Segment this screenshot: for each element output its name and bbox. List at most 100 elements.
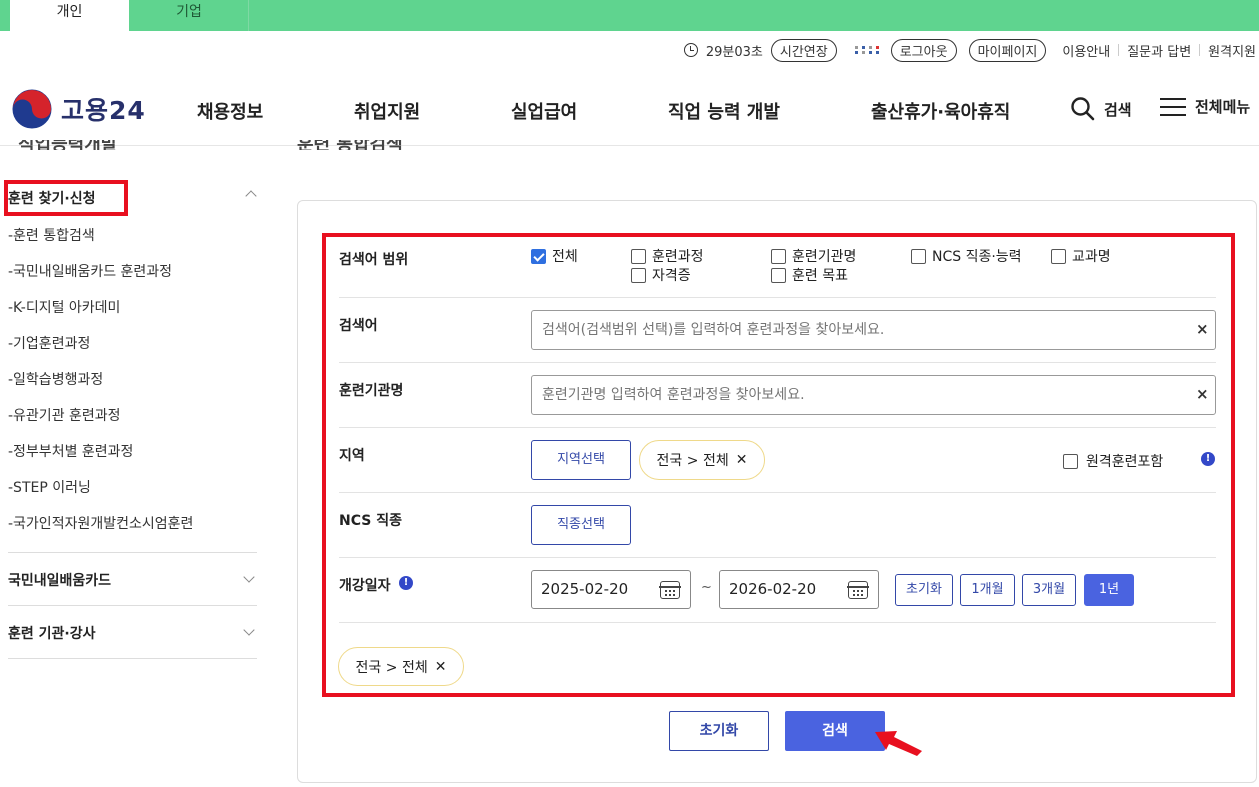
sidebar-item-consortium[interactable]: -국가인적자원개발컨소시엄훈련 (8, 513, 193, 533)
nav-jobs[interactable]: 채용정보 (197, 98, 263, 124)
session-timer: 29분03초 (705, 44, 763, 60)
selected-filter-label: 전국 > 전체 (355, 659, 428, 676)
sidebar-group-label: 국민내일배움카드 (8, 573, 112, 589)
scope-subject-checkbox[interactable]: 교과명 (1051, 246, 1111, 266)
period-1year-button[interactable]: 1년 (1084, 574, 1134, 606)
checkbox-label: 훈련과정 (652, 249, 704, 265)
sidebar-item-company-training[interactable]: -기업훈련과정 (8, 333, 90, 353)
keyword-input[interactable] (531, 310, 1216, 350)
sidebar-item-work-study[interactable]: -일학습병행과정 (8, 369, 103, 389)
chevron-down-icon (243, 571, 255, 583)
ncs-select-button[interactable]: 직종선택 (531, 505, 631, 545)
sidebar-title-fragment: 직업능력개발 (18, 140, 153, 150)
start-date-label: 개강일자 (339, 578, 391, 594)
date-from-value: 2025-02-20 (541, 580, 629, 598)
site-logo[interactable]: 고용24 (11, 88, 146, 130)
search-icon (1071, 97, 1095, 121)
selected-filter-chip[interactable]: 전국 > 전체 ✕ (338, 647, 464, 686)
header-search-button[interactable]: 검색 (1070, 96, 1132, 122)
checkbox-label: 훈련기관명 (792, 249, 857, 265)
checkbox-label: 원격훈련포함 (1086, 454, 1164, 470)
mypage-button[interactable]: 마이페이지 (968, 38, 1047, 62)
utility-bar: 29분03초 시간연장 로그아웃 마이페이지 이용안내 질문과 답변 원격지원 (683, 38, 1256, 62)
divider (339, 427, 1216, 428)
checkbox-checked-icon (531, 248, 546, 264)
nav-vocational-training[interactable]: 직업 능력 개발 (668, 98, 780, 124)
main-header: 고용24 채용정보 취업지원 실업급여 직업 능력 개발 출산휴가·육아휴직 검… (0, 76, 1259, 146)
tab-personal[interactable]: 개인 (10, 0, 129, 31)
tab-divider (248, 0, 249, 31)
scope-ncs-checkbox[interactable]: NCS 직종·능력 (911, 246, 1022, 266)
divider (339, 492, 1216, 493)
search-button[interactable]: 검색 (785, 711, 885, 751)
scope-all-checkbox[interactable]: 전체 (531, 246, 578, 266)
checkbox-icon (1063, 453, 1078, 469)
sidebar-item-learning-card[interactable]: -국민내일배움카드 훈련과정 (8, 261, 172, 281)
all-menu-button[interactable]: 전체메뉴 (1160, 96, 1250, 117)
close-icon[interactable]: ✕ (435, 659, 447, 675)
remote-include-checkbox[interactable]: 원격훈련포함 (1063, 451, 1163, 471)
date-separator: ~ (701, 580, 712, 595)
hamburger-icon (1160, 97, 1186, 116)
logo-text: 고용24 (61, 96, 146, 125)
info-icon[interactable]: ! (1201, 452, 1215, 466)
grid-apps-icon[interactable] (854, 46, 879, 54)
extend-time-button[interactable]: 시간연장 (770, 38, 837, 62)
scope-goal-checkbox[interactable]: 훈련 목표 (771, 265, 848, 285)
sidebar-group-institution[interactable]: 훈련 기관·강사 (8, 605, 257, 658)
checkbox-icon (771, 248, 786, 264)
scope-label: 검색어 범위 (339, 252, 409, 268)
nav-maternity-leave[interactable]: 출산휴가·육아휴직 (871, 98, 1010, 124)
reset-button[interactable]: 초기화 (669, 711, 769, 751)
region-select-button[interactable]: 지역선택 (531, 440, 631, 480)
close-icon[interactable]: ✕ (736, 452, 748, 468)
sidebar-item-k-digital[interactable]: -K-디지털 아카데미 (8, 297, 120, 317)
sidebar-item-integrated-search[interactable]: -훈련 통합검색 (8, 225, 95, 245)
calendar-icon[interactable] (847, 581, 869, 599)
scope-institution-checkbox[interactable]: 훈련기관명 (771, 246, 856, 266)
divider (339, 557, 1216, 558)
info-icon[interactable]: ! (399, 576, 413, 590)
nav-unemployment-benefit[interactable]: 실업급여 (511, 98, 577, 124)
period-1month-button[interactable]: 1개월 (960, 574, 1015, 606)
all-menu-label: 전체메뉴 (1195, 98, 1251, 116)
sidebar-group-learning-card[interactable]: 국민내일배움카드 (8, 552, 257, 605)
region-label: 지역 (339, 448, 365, 464)
checkbox-icon (631, 267, 646, 283)
checkbox-icon (771, 267, 786, 283)
chevron-up-icon (245, 190, 257, 202)
sidebar-group-training[interactable]: 훈련 찾기·신청 (4, 180, 257, 216)
sidebar-item-government[interactable]: -정부부처별 훈련과정 (8, 441, 133, 461)
logout-button[interactable]: 로그아웃 (890, 38, 957, 62)
guide-link[interactable]: 이용안내 (1062, 41, 1110, 60)
checkbox-icon (1051, 248, 1066, 264)
period-3month-button[interactable]: 3개월 (1022, 574, 1076, 606)
nav-employment-support[interactable]: 취업지원 (354, 98, 420, 124)
sidebar-group-label: 훈련 기관·강사 (8, 626, 96, 642)
divider (8, 658, 257, 659)
scope-course-checkbox[interactable]: 훈련과정 (631, 246, 704, 266)
clock-icon (683, 43, 698, 57)
checkbox-label: NCS 직종·능력 (932, 249, 1022, 265)
tab-business[interactable]: 기업 (129, 0, 249, 31)
checkbox-icon (911, 248, 926, 264)
remote-support-link[interactable]: 원격지원 (1208, 41, 1256, 60)
checkbox-label: 전체 (552, 249, 578, 265)
date-to-input[interactable]: 2026-02-20 (719, 570, 879, 609)
calendar-icon[interactable] (659, 581, 681, 599)
scope-license-checkbox[interactable]: 자격증 (631, 265, 691, 285)
checkbox-label: 자격증 (652, 268, 691, 284)
clear-icon[interactable]: × (1196, 320, 1209, 338)
date-from-input[interactable]: 2025-02-20 (531, 570, 691, 609)
sidebar-item-related-agency[interactable]: -유관기관 훈련과정 (8, 405, 121, 425)
divider (1199, 44, 1201, 56)
clear-icon[interactable]: × (1196, 385, 1209, 403)
period-reset-button[interactable]: 초기화 (895, 574, 953, 606)
institution-input[interactable] (531, 375, 1216, 415)
region-chip[interactable]: 전국 > 전체 ✕ (639, 440, 765, 480)
region-chip-label: 전국 > 전체 (656, 453, 729, 469)
sidebar: 훈련 찾기·신청 -훈련 통합검색 -국민내일배움카드 훈련과정 -K-디지털 … (4, 180, 257, 659)
qna-link[interactable]: 질문과 답변 (1127, 41, 1191, 60)
sidebar-item-step[interactable]: -STEP 이러닝 (8, 477, 91, 497)
header-search-label: 검색 (1104, 100, 1132, 119)
